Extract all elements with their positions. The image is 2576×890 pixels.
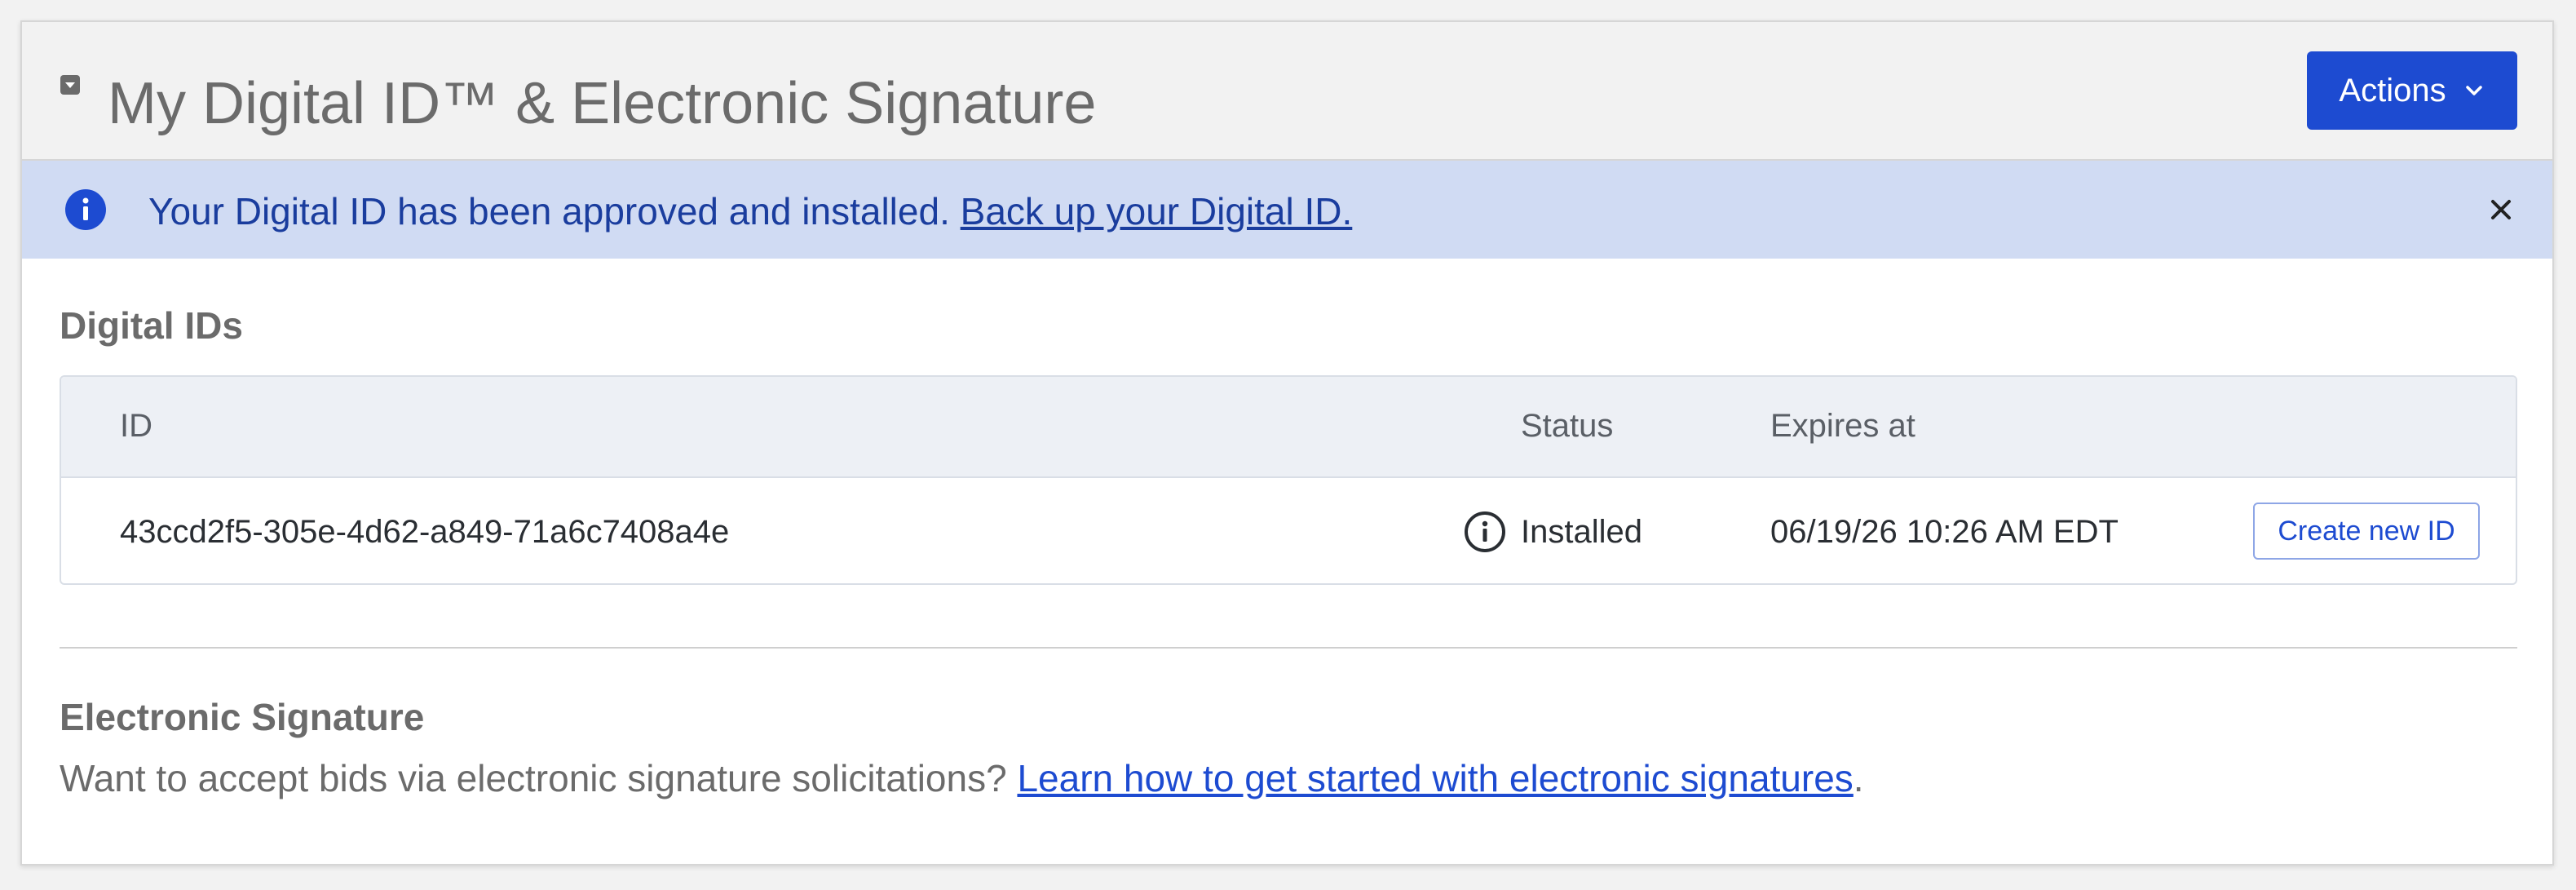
alert-message: Your Digital ID has been approved and in… [148, 190, 1352, 232]
backup-digital-id-link[interactable]: Back up your Digital ID. [961, 190, 1353, 232]
electronic-signature-period: . [1853, 757, 1864, 799]
column-header-expires-at: Expires at [1770, 408, 1915, 444]
info-circle-outline-icon [1465, 511, 1505, 552]
caret-down-square-icon[interactable] [60, 74, 81, 95]
close-icon[interactable] [2481, 190, 2521, 229]
learn-electronic-signatures-link[interactable]: Learn how to get started with electronic… [1017, 757, 1853, 799]
electronic-signature-text: Want to accept bids via electronic signa… [60, 757, 1007, 799]
alert-message-text: Your Digital ID has been approved and in… [148, 190, 950, 232]
electronic-signature-description: Want to accept bids via electronic signa… [60, 756, 1864, 800]
electronic-signature-heading: Electronic Signature [60, 696, 425, 738]
table-header: ID Status Expires at [61, 377, 2516, 478]
page-title: My Digital ID™ & Electronic Signature [108, 71, 1097, 136]
actions-button-label: Actions [2339, 72, 2446, 108]
digital-ids-heading: Digital IDs [60, 304, 243, 347]
status-text: Installed [1521, 514, 1642, 550]
column-header-status: Status [1521, 408, 1614, 444]
panel-header: My Digital ID™ & Electronic Signature Ac… [22, 22, 2552, 161]
digital-id-panel: My Digital ID™ & Electronic Signature Ac… [20, 20, 2554, 866]
info-circle-icon [65, 189, 106, 230]
expires-at-value: 06/19/26 10:26 AM EDT [1770, 514, 2119, 550]
section-divider [60, 647, 2517, 649]
chevron-down-icon [2465, 86, 2482, 95]
digital-ids-table: ID Status Expires at 43ccd2f5-305e-4d62-… [60, 375, 2517, 585]
create-new-id-button[interactable]: Create new ID [2253, 503, 2480, 560]
success-alert: Your Digital ID has been approved and in… [22, 161, 2552, 259]
column-header-id: ID [120, 408, 152, 444]
actions-button[interactable]: Actions [2307, 51, 2517, 130]
digital-id-value: 43ccd2f5-305e-4d62-a849-71a6c7408a4e [120, 514, 730, 550]
